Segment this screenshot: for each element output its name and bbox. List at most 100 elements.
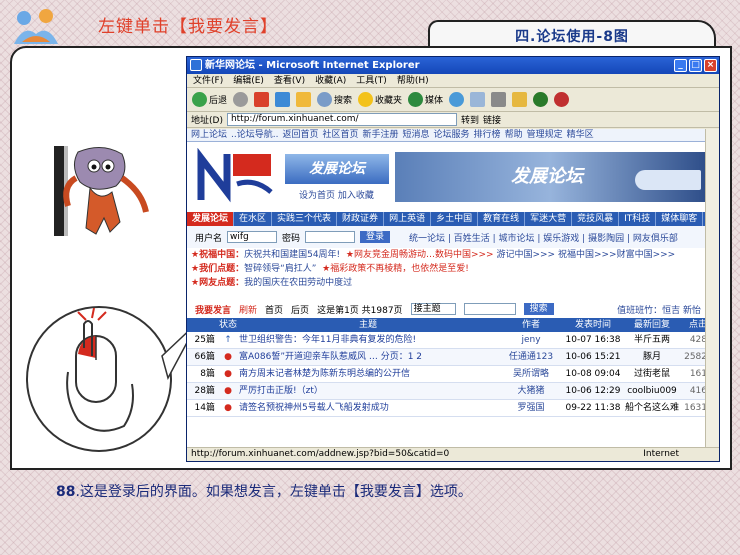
category-tab[interactable]: 在水区 — [234, 212, 273, 226]
col-reply: 最新回复 — [633, 320, 670, 330]
home-icon[interactable] — [296, 92, 312, 107]
folder-icon[interactable] — [512, 92, 528, 107]
media-icon — [408, 92, 424, 107]
back-button[interactable]: 后退 — [192, 92, 227, 107]
menu-view[interactable]: 查看(V) — [274, 74, 305, 87]
address-label: 地址(D) — [191, 116, 223, 126]
forward-arrow-icon[interactable] — [233, 92, 249, 107]
menu-favorites[interactable]: 收藏(A) — [315, 74, 346, 87]
messenger-icon[interactable] — [533, 92, 549, 107]
thread-title[interactable]: 严厉打击正版!（zt） — [239, 383, 497, 399]
status-zone: Internet — [643, 449, 679, 459]
hot-topic-icon: ● — [224, 352, 232, 362]
category-tab[interactable]: 媒体聊客 — [656, 212, 704, 226]
topnav-item[interactable]: 精华区 — [567, 129, 594, 141]
caption-text: .这是登录后的界面。如果想发言，左键单击【我要发言】选项。 — [75, 484, 472, 500]
topnav-item[interactable]: 网上论坛 — [191, 129, 227, 141]
links-label[interactable]: 链接 — [483, 113, 501, 126]
search-button[interactable]: 搜索 — [317, 92, 352, 107]
topnav-item[interactable]: 返回首页 — [282, 129, 318, 141]
forum-top-nav: 网上论坛 ..论坛导航.. 返回首页 社区首页 新手注册 短消息 论坛服务 排行… — [187, 129, 707, 142]
menu-edit[interactable]: 编辑(E) — [233, 74, 264, 87]
topnav-item[interactable]: 排行榜 — [474, 129, 501, 141]
forum-page: 网上论坛 ..论坛导航.. 返回首页 社区首页 新手注册 短消息 论坛服务 排行… — [187, 129, 707, 449]
browser-title: 新华网论坛 - Microsoft Internet Explorer — [205, 60, 420, 71]
media-button[interactable]: 媒体 — [408, 92, 443, 107]
username-field[interactable]: wifg — [227, 231, 278, 243]
refresh-icon[interactable] — [275, 92, 291, 107]
password-field[interactable] — [305, 231, 356, 243]
next-page-link[interactable]: 后页 — [291, 303, 309, 316]
hot-topic-icon: ● — [224, 369, 232, 379]
category-tab[interactable]: 教育在线 — [478, 212, 526, 226]
table-row[interactable]: 14篇 ● 请签名预祝神州5号载人飞船发射成功 罗强国 09-22 11:38 … — [187, 400, 707, 417]
maximize-icon[interactable]: □ — [689, 59, 702, 72]
login-row: 用户名 wifg 密码 登录 统一论坛 | 百姓生活 | 城市论坛 | 娱乐游戏… — [187, 226, 707, 248]
thread-title[interactable]: 富A086誓”开道迎亲车队惹威风 … 分页：1 2 — [239, 349, 497, 365]
forum-banner: 发展论坛 设为首页 加入收藏 发展论坛 — [187, 142, 707, 212]
menu-tools[interactable]: 工具(T) — [356, 74, 387, 87]
category-tab[interactable]: 竞技风暴 — [572, 212, 620, 226]
thread-search-button[interactable]: 搜索 — [523, 303, 554, 315]
robot-assistant-icon — [54, 146, 149, 236]
search-icon — [317, 92, 333, 107]
refresh-link[interactable]: 刷新 — [239, 303, 257, 316]
topnav-item[interactable]: 管理规定 — [527, 129, 563, 141]
caption-number: 88 — [56, 484, 76, 500]
table-row[interactable]: 8篇 ● 南方周末记者林楚为陈新东明总编的公开信 吴所谓略 10-08 09:0… — [187, 366, 707, 383]
vertical-scrollbar[interactable] — [705, 129, 719, 449]
topnav-item[interactable]: 社区首页 — [322, 129, 358, 141]
first-page-link[interactable]: 首页 — [265, 303, 283, 316]
category-tab[interactable]: 乡土中国 — [431, 212, 479, 226]
table-row[interactable]: 28篇 ● 严厉打击正版!（zt） 大猪猪 10-06 12:29 coolbi… — [187, 383, 707, 400]
history-icon[interactable] — [449, 92, 465, 107]
category-tab[interactable]: IT科技 — [619, 212, 657, 226]
topic-select[interactable]: 接主题 — [410, 303, 456, 315]
topnav-item[interactable]: ..论坛导航.. — [231, 129, 278, 141]
thread-search-input[interactable] — [463, 303, 516, 315]
mouse-click-illustration — [26, 306, 172, 452]
pinned-arrow-icon: ↑ — [224, 335, 232, 345]
xinhuanet-logo-icon — [197, 148, 273, 203]
topnav-item[interactable]: 短消息 — [403, 129, 430, 141]
topnav-item[interactable]: 新手注册 — [363, 129, 399, 141]
announcement[interactable]: ★网友点题：我的国庆在农田劳动中度过 — [187, 276, 707, 290]
close-icon[interactable]: × — [704, 59, 717, 72]
print-icon[interactable] — [491, 92, 507, 107]
menu-help[interactable]: 帮助(H) — [397, 74, 429, 87]
address-input[interactable]: http://forum.xinhuanet.com/ — [226, 113, 457, 126]
forum-slogan: 发展论坛 — [285, 154, 389, 184]
favorites-button[interactable]: 收藏夹 — [358, 92, 402, 107]
thread-title[interactable]: 请签名预祝神州5号载人飞船发射成功 — [239, 400, 497, 416]
quick-links[interactable]: 统一论坛 | 百姓生活 | 城市论坛 | 娱乐游戏 | 摄影陶园 | 网友俱乐部 — [409, 231, 678, 244]
train-icon — [635, 170, 701, 190]
category-tab[interactable]: 实践三个代表 — [272, 212, 338, 226]
category-tab[interactable]: 网上英语 — [384, 212, 432, 226]
thread-title[interactable]: 南方周末记者林楚为陈新东明总编的公开信 — [239, 366, 497, 382]
slide-title: 左键单击【我要发言】 — [98, 17, 278, 37]
category-tab[interactable]: 财政证券 — [337, 212, 385, 226]
topnav-item[interactable]: 论坛服务 — [434, 129, 470, 141]
topnav-item[interactable]: 帮助 — [505, 129, 523, 141]
col-clicks: 点击 — [688, 320, 707, 330]
login-button[interactable]: 登录 — [360, 231, 391, 243]
table-row[interactable]: 25篇 ↑ 世卫组织警告：今年11月非典有复发的危险! jeny 10-07 1… — [187, 332, 707, 349]
thread-title[interactable]: 世卫组织警告：今年11月非典有复发的危险! — [239, 332, 497, 348]
page-info: 这是第1页 共1987页 — [317, 305, 403, 316]
announcement[interactable]: ★我们点题：智碎领导“肩扛人” ★福彩政策不再棱精，也依然是至爱! — [187, 262, 707, 276]
table-row[interactable]: 66篇 ● 富A086誓”开道迎亲车队惹威风 … 分页：1 2 任通通123 1… — [187, 349, 707, 366]
post-button[interactable]: 我要发言 — [195, 303, 231, 316]
star-icon — [358, 92, 374, 107]
go-button[interactable]: 转到 — [461, 113, 479, 126]
ie-icon — [190, 59, 202, 71]
banner-links[interactable]: 设为首页 加入收藏 — [299, 188, 374, 201]
category-tab[interactable]: 军迷大营 — [525, 212, 573, 226]
minimize-icon[interactable]: _ — [674, 59, 687, 72]
mail-icon[interactable] — [470, 92, 486, 107]
menu-file[interactable]: 文件(F) — [193, 74, 223, 87]
plugin-icon[interactable] — [554, 92, 570, 107]
stop-icon[interactable] — [254, 92, 270, 107]
browser-toolbar: 后退 搜索 收藏夹 媒体 — [187, 88, 719, 112]
announcement[interactable]: ★祝福中国：庆祝共和国建国54周年! ★网友竞金周畅游动…数码中国>>> 游记中… — [187, 248, 707, 262]
category-tab-active[interactable]: 发展论坛 — [187, 212, 235, 226]
